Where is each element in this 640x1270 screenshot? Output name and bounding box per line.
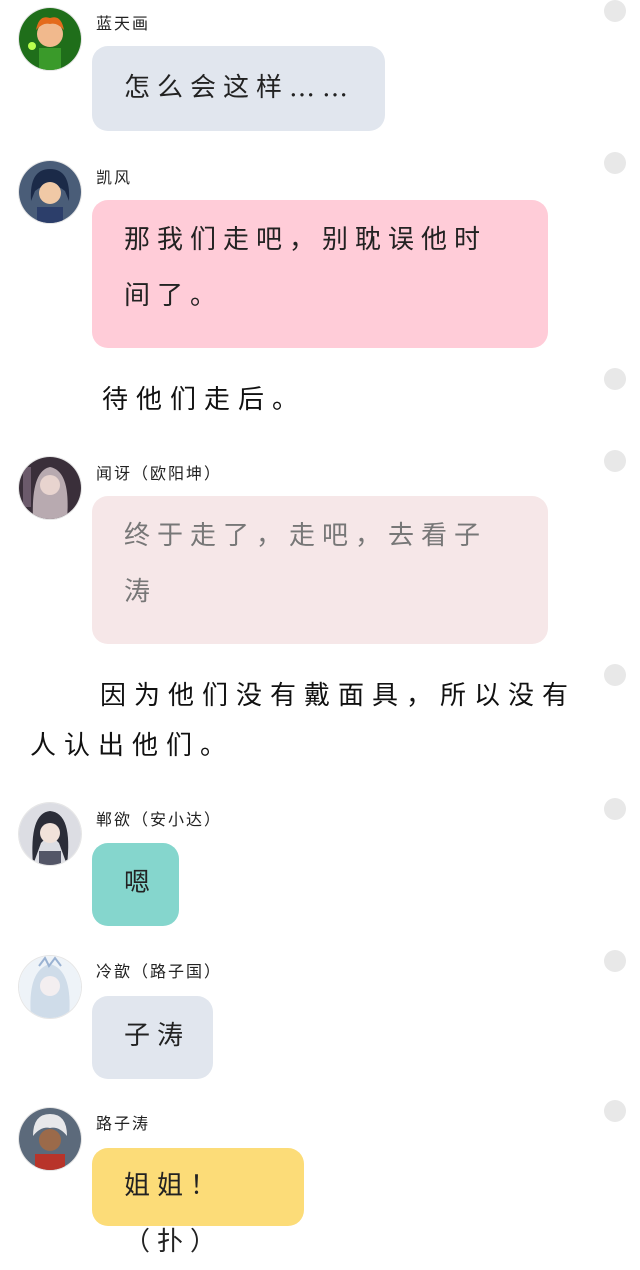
- avatar-image: [19, 457, 81, 519]
- status-dot-icon: [604, 0, 626, 22]
- sender-name: 冷歆（路子国）: [96, 962, 223, 981]
- sender-name: 郸欲（安小达）: [96, 810, 223, 829]
- narration-text: 人认出他们。: [30, 731, 235, 761]
- avatar[interactable]: [19, 457, 81, 519]
- status-dot-icon: [604, 1100, 626, 1122]
- message-bubble[interactable]: 怎么会这样……: [92, 46, 385, 131]
- status-dot-icon: [604, 152, 626, 174]
- sender-name: 凯风: [96, 168, 133, 187]
- chat-message-4: 郸欲（安小达） 嗯: [0, 798, 640, 938]
- avatar[interactable]: [19, 803, 81, 865]
- message-text-line: 涛: [124, 577, 158, 607]
- message-bubble[interactable]: 终于走了，走吧，去看子 涛: [92, 496, 548, 644]
- message-bubble[interactable]: 姐姐！（扑）: [92, 1148, 304, 1257]
- message-text-line: 那我们走吧，别耽误他时: [124, 225, 488, 255]
- chat-message-5: 冷歆（路子国） 子涛: [0, 950, 640, 1090]
- avatar-image: [19, 8, 81, 70]
- message-text: 嗯: [124, 868, 158, 898]
- message-bubble[interactable]: 嗯: [92, 843, 179, 926]
- status-dot-icon: [604, 368, 626, 390]
- message-text: 姐姐！（扑）: [124, 1171, 224, 1257]
- avatar-image: [19, 1108, 81, 1170]
- chat-message-2: 凯风 那我们走吧，别耽误他时 间了。: [0, 150, 640, 355]
- chat-message-6: 路子涛 姐姐！（扑）: [0, 1100, 640, 1257]
- status-dot-icon: [604, 450, 626, 472]
- chat-message-3: 闻讶（欧阳坤） 终于走了，走吧，去看子 涛: [0, 450, 640, 650]
- avatar[interactable]: [19, 956, 81, 1018]
- message-text-line: 间了。: [124, 281, 224, 311]
- avatar-image: [19, 956, 81, 1018]
- avatar[interactable]: [19, 8, 81, 70]
- message-text-line: 终于走了，走吧，去看子: [124, 521, 488, 551]
- narration-text: 因为他们没有戴面具，所以没有: [100, 681, 577, 711]
- message-text: 子涛: [124, 1021, 191, 1051]
- status-dot-icon: [604, 798, 626, 820]
- chat-message-1: 蓝天画 怎么会这样……: [0, 0, 640, 140]
- message-bubble[interactable]: 那我们走吧，别耽误他时 间了。: [92, 200, 548, 348]
- status-dot-icon: [604, 950, 626, 972]
- sender-name: 蓝天画: [96, 14, 151, 33]
- narration-text: 待他们走后。: [102, 385, 307, 415]
- avatar[interactable]: [19, 161, 81, 223]
- avatar-image: [19, 803, 81, 865]
- avatar-image: [19, 161, 81, 223]
- avatar[interactable]: [19, 1108, 81, 1170]
- message-bubble[interactable]: 子涛: [92, 996, 213, 1079]
- sender-name: 路子涛: [96, 1114, 151, 1133]
- status-dot-icon: [604, 664, 626, 686]
- sender-name: 闻讶（欧阳坤）: [96, 464, 223, 483]
- message-text: 怎么会这样……: [124, 73, 356, 103]
